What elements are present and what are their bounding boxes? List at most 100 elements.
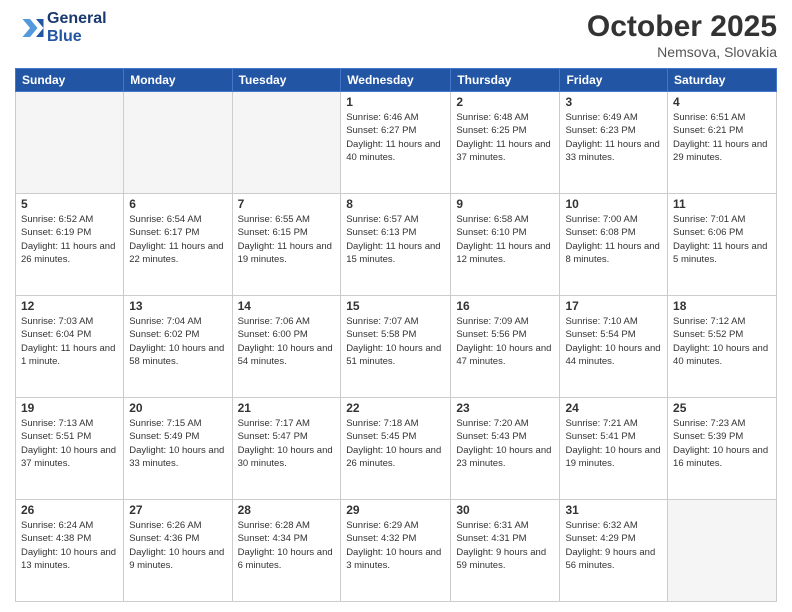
calendar-cell: 1 Sunrise: 6:46 AM Sunset: 6:27 PM Daylig… xyxy=(341,92,451,194)
calendar-cell: 21 Sunrise: 7:17 AM Sunset: 5:47 PM Dayli… xyxy=(232,398,341,500)
calendar-cell: 3 Sunrise: 6:49 AM Sunset: 6:23 PM Daylig… xyxy=(560,92,668,194)
day-info: Sunrise: 7:07 AM Sunset: 5:58 PM Dayligh… xyxy=(346,315,445,368)
week-row: 12 Sunrise: 7:03 AM Sunset: 6:04 PM Dayli… xyxy=(16,296,777,398)
calendar-cell: 13Sunrise: 7:04 AM Sunset: 6:02 PM Dayli… xyxy=(124,296,232,398)
day-number: 9 xyxy=(456,197,554,211)
calendar-cell: 5 Sunrise: 6:52 AM Sunset: 6:19 PM Daylig… xyxy=(16,194,124,296)
day-info: Sunrise: 6:55 AM Sunset: 6:15 PM Dayligh… xyxy=(238,213,336,266)
weekday-header: Thursday xyxy=(451,69,560,92)
week-row: 5 Sunrise: 6:52 AM Sunset: 6:19 PM Daylig… xyxy=(16,194,777,296)
day-info: Sunrise: 7:03 AM Sunset: 6:04 PM Dayligh… xyxy=(21,315,118,368)
calendar-cell: 15 Sunrise: 7:07 AM Sunset: 5:58 PM Dayli… xyxy=(341,296,451,398)
day-number: 20 xyxy=(129,401,226,415)
calendar-cell: 16Sunrise: 7:09 AM Sunset: 5:56 PM Dayli… xyxy=(451,296,560,398)
calendar-cell: 14 Sunrise: 7:06 AM Sunset: 6:00 PM Dayli… xyxy=(232,296,341,398)
day-info: Sunrise: 6:58 AM Sunset: 6:10 PM Dayligh… xyxy=(456,213,554,266)
day-info: Sunrise: 7:21 AM Sunset: 5:41 PM Dayligh… xyxy=(565,417,662,470)
day-info: Sunrise: 6:51 AM Sunset: 6:21 PM Dayligh… xyxy=(673,111,771,164)
header: General Blue October 2025 Nemsova, Slova… xyxy=(15,10,777,60)
day-number: 4 xyxy=(673,95,771,109)
day-number: 22 xyxy=(346,401,445,415)
logo: General Blue xyxy=(15,10,107,45)
day-info: Sunrise: 7:09 AM Sunset: 5:56 PM Dayligh… xyxy=(456,315,554,368)
day-info: Sunrise: 7:06 AM Sunset: 6:00 PM Dayligh… xyxy=(238,315,336,368)
calendar-cell: 18 Sunrise: 7:12 AM Sunset: 5:52 PM Dayli… xyxy=(668,296,777,398)
calendar-cell: 24 Sunrise: 7:21 AM Sunset: 5:41 PM Dayli… xyxy=(560,398,668,500)
day-number: 31 xyxy=(565,503,662,517)
day-info: Sunrise: 7:15 AM Sunset: 5:49 PM Dayligh… xyxy=(129,417,226,470)
day-info: Sunrise: 7:01 AM Sunset: 6:06 PM Dayligh… xyxy=(673,213,771,266)
day-info: Sunrise: 6:24 AM Sunset: 4:38 PM Dayligh… xyxy=(21,519,118,572)
week-row: 1 Sunrise: 6:46 AM Sunset: 6:27 PM Daylig… xyxy=(16,92,777,194)
day-number: 29 xyxy=(346,503,445,517)
calendar-cell xyxy=(16,92,124,194)
day-number: 23 xyxy=(456,401,554,415)
calendar-cell: 28Sunrise: 6:28 AM Sunset: 4:34 PM Dayli… xyxy=(232,500,341,602)
logo-text: General Blue xyxy=(47,10,107,45)
day-number: 27 xyxy=(129,503,226,517)
day-number: 2 xyxy=(456,95,554,109)
calendar-cell xyxy=(232,92,341,194)
day-info: Sunrise: 6:31 AM Sunset: 4:31 PM Dayligh… xyxy=(456,519,554,572)
week-row: 26 Sunrise: 6:24 AM Sunset: 4:38 PM Dayli… xyxy=(16,500,777,602)
day-number: 26 xyxy=(21,503,118,517)
day-number: 21 xyxy=(238,401,336,415)
day-number: 24 xyxy=(565,401,662,415)
weekday-header-row: SundayMondayTuesdayWednesdayThursdayFrid… xyxy=(16,69,777,92)
day-number: 6 xyxy=(129,197,226,211)
day-number: 28 xyxy=(238,503,336,517)
weekday-header: Saturday xyxy=(668,69,777,92)
day-number: 17 xyxy=(565,299,662,313)
day-info: Sunrise: 6:57 AM Sunset: 6:13 PM Dayligh… xyxy=(346,213,445,266)
weekday-header: Sunday xyxy=(16,69,124,92)
day-info: Sunrise: 7:04 AM Sunset: 6:02 PM Dayligh… xyxy=(129,315,226,368)
day-number: 19 xyxy=(21,401,118,415)
calendar-table: SundayMondayTuesdayWednesdayThursdayFrid… xyxy=(15,68,777,602)
day-number: 11 xyxy=(673,197,771,211)
day-info: Sunrise: 7:23 AM Sunset: 5:39 PM Dayligh… xyxy=(673,417,771,470)
location: Nemsova, Slovakia xyxy=(587,44,777,60)
calendar-cell: 10Sunrise: 7:00 AM Sunset: 6:08 PM Dayli… xyxy=(560,194,668,296)
weekday-header: Monday xyxy=(124,69,232,92)
day-info: Sunrise: 7:18 AM Sunset: 5:45 PM Dayligh… xyxy=(346,417,445,470)
calendar-cell: 11 Sunrise: 7:01 AM Sunset: 6:06 PM Dayli… xyxy=(668,194,777,296)
title-block: October 2025 Nemsova, Slovakia xyxy=(587,10,777,60)
day-number: 7 xyxy=(238,197,336,211)
day-number: 18 xyxy=(673,299,771,313)
calendar-cell xyxy=(668,500,777,602)
day-number: 5 xyxy=(21,197,118,211)
calendar-cell: 27 Sunrise: 6:26 AM Sunset: 4:36 PM Dayli… xyxy=(124,500,232,602)
day-info: Sunrise: 6:54 AM Sunset: 6:17 PM Dayligh… xyxy=(129,213,226,266)
day-number: 30 xyxy=(456,503,554,517)
day-number: 15 xyxy=(346,299,445,313)
month-title: October 2025 xyxy=(587,10,777,44)
calendar-cell: 25 Sunrise: 7:23 AM Sunset: 5:39 PM Dayli… xyxy=(668,398,777,500)
calendar-cell: 20 Sunrise: 7:15 AM Sunset: 5:49 PM Dayli… xyxy=(124,398,232,500)
day-info: Sunrise: 6:46 AM Sunset: 6:27 PM Dayligh… xyxy=(346,111,445,164)
weekday-header: Wednesday xyxy=(341,69,451,92)
day-info: Sunrise: 7:17 AM Sunset: 5:47 PM Dayligh… xyxy=(238,417,336,470)
day-info: Sunrise: 7:12 AM Sunset: 5:52 PM Dayligh… xyxy=(673,315,771,368)
day-number: 25 xyxy=(673,401,771,415)
day-info: Sunrise: 6:49 AM Sunset: 6:23 PM Dayligh… xyxy=(565,111,662,164)
day-number: 3 xyxy=(565,95,662,109)
calendar-cell xyxy=(124,92,232,194)
day-info: Sunrise: 6:48 AM Sunset: 6:25 PM Dayligh… xyxy=(456,111,554,164)
day-info: Sunrise: 7:10 AM Sunset: 5:54 PM Dayligh… xyxy=(565,315,662,368)
calendar-cell: 7 Sunrise: 6:55 AM Sunset: 6:15 PM Daylig… xyxy=(232,194,341,296)
day-number: 12 xyxy=(21,299,118,313)
day-number: 10 xyxy=(565,197,662,211)
day-info: Sunrise: 6:32 AM Sunset: 4:29 PM Dayligh… xyxy=(565,519,662,572)
calendar-cell: 29Sunrise: 6:29 AM Sunset: 4:32 PM Dayli… xyxy=(341,500,451,602)
day-info: Sunrise: 6:52 AM Sunset: 6:19 PM Dayligh… xyxy=(21,213,118,266)
page: General Blue October 2025 Nemsova, Slova… xyxy=(0,0,792,612)
calendar-cell: 4 Sunrise: 6:51 AM Sunset: 6:21 PM Daylig… xyxy=(668,92,777,194)
logo-icon xyxy=(15,13,45,43)
day-info: Sunrise: 6:26 AM Sunset: 4:36 PM Dayligh… xyxy=(129,519,226,572)
calendar-cell: 26 Sunrise: 6:24 AM Sunset: 4:38 PM Dayli… xyxy=(16,500,124,602)
day-number: 1 xyxy=(346,95,445,109)
day-number: 8 xyxy=(346,197,445,211)
day-info: Sunrise: 7:13 AM Sunset: 5:51 PM Dayligh… xyxy=(21,417,118,470)
day-info: Sunrise: 7:20 AM Sunset: 5:43 PM Dayligh… xyxy=(456,417,554,470)
day-number: 14 xyxy=(238,299,336,313)
